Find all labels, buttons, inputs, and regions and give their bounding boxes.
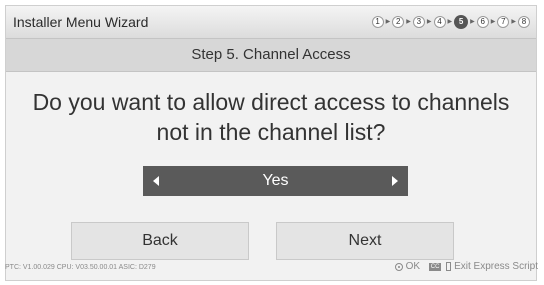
question-text: Do you want to allow direct access to ch… [32,89,510,145]
chevron-right-icon[interactable] [392,176,398,186]
exit-label[interactable]: Exit Express Script [454,261,538,272]
step-7: 7 [497,16,510,28]
step-3: 3 [412,16,425,28]
step-arrow-icon: ▶ [385,19,391,25]
step-arrow-icon: ▶ [426,19,432,25]
step-1: 1 [371,16,384,28]
step-5-active: 5 [454,15,469,29]
step-8: 8 [518,16,530,28]
cc-icon: CC [429,262,442,271]
ok-label: OK [405,261,421,272]
step-2: 2 [392,16,405,28]
next-button[interactable]: Next [276,222,454,260]
step-arrow-icon: ▶ [490,19,496,25]
yes-no-selector[interactable]: Yes [143,166,408,196]
exit-icon [446,262,452,271]
step-arrow-icon: ▶ [447,19,453,25]
step-6: 6 [476,16,489,28]
back-button[interactable]: Back [71,222,249,260]
step-title: Step 5. Channel Access [6,39,536,72]
version-info: PTC: V1.00.029 CPU: V03.50.00.01 ASIC: D… [5,264,156,271]
step-arrow-icon: ▶ [406,19,411,25]
app-title: Installer Menu Wizard [13,14,149,30]
step-arrow-icon: ▶ [511,19,516,25]
footer-hints: OK CC Exit Express Script [394,261,538,272]
ok-icon [394,262,403,271]
step-indicator: 1 ▶ 2 ▶ 3 ▶ 4 ▶ 5 ▶ 6 ▶ 7 ▶ 8 [371,15,530,29]
header-bar: Installer Menu Wizard 1 ▶ 2 ▶ 3 ▶ 4 ▶ 5 … [6,6,536,39]
step-arrow-icon: ▶ [470,19,475,25]
selector-value: Yes [262,172,289,189]
step-4: 4 [433,16,446,28]
